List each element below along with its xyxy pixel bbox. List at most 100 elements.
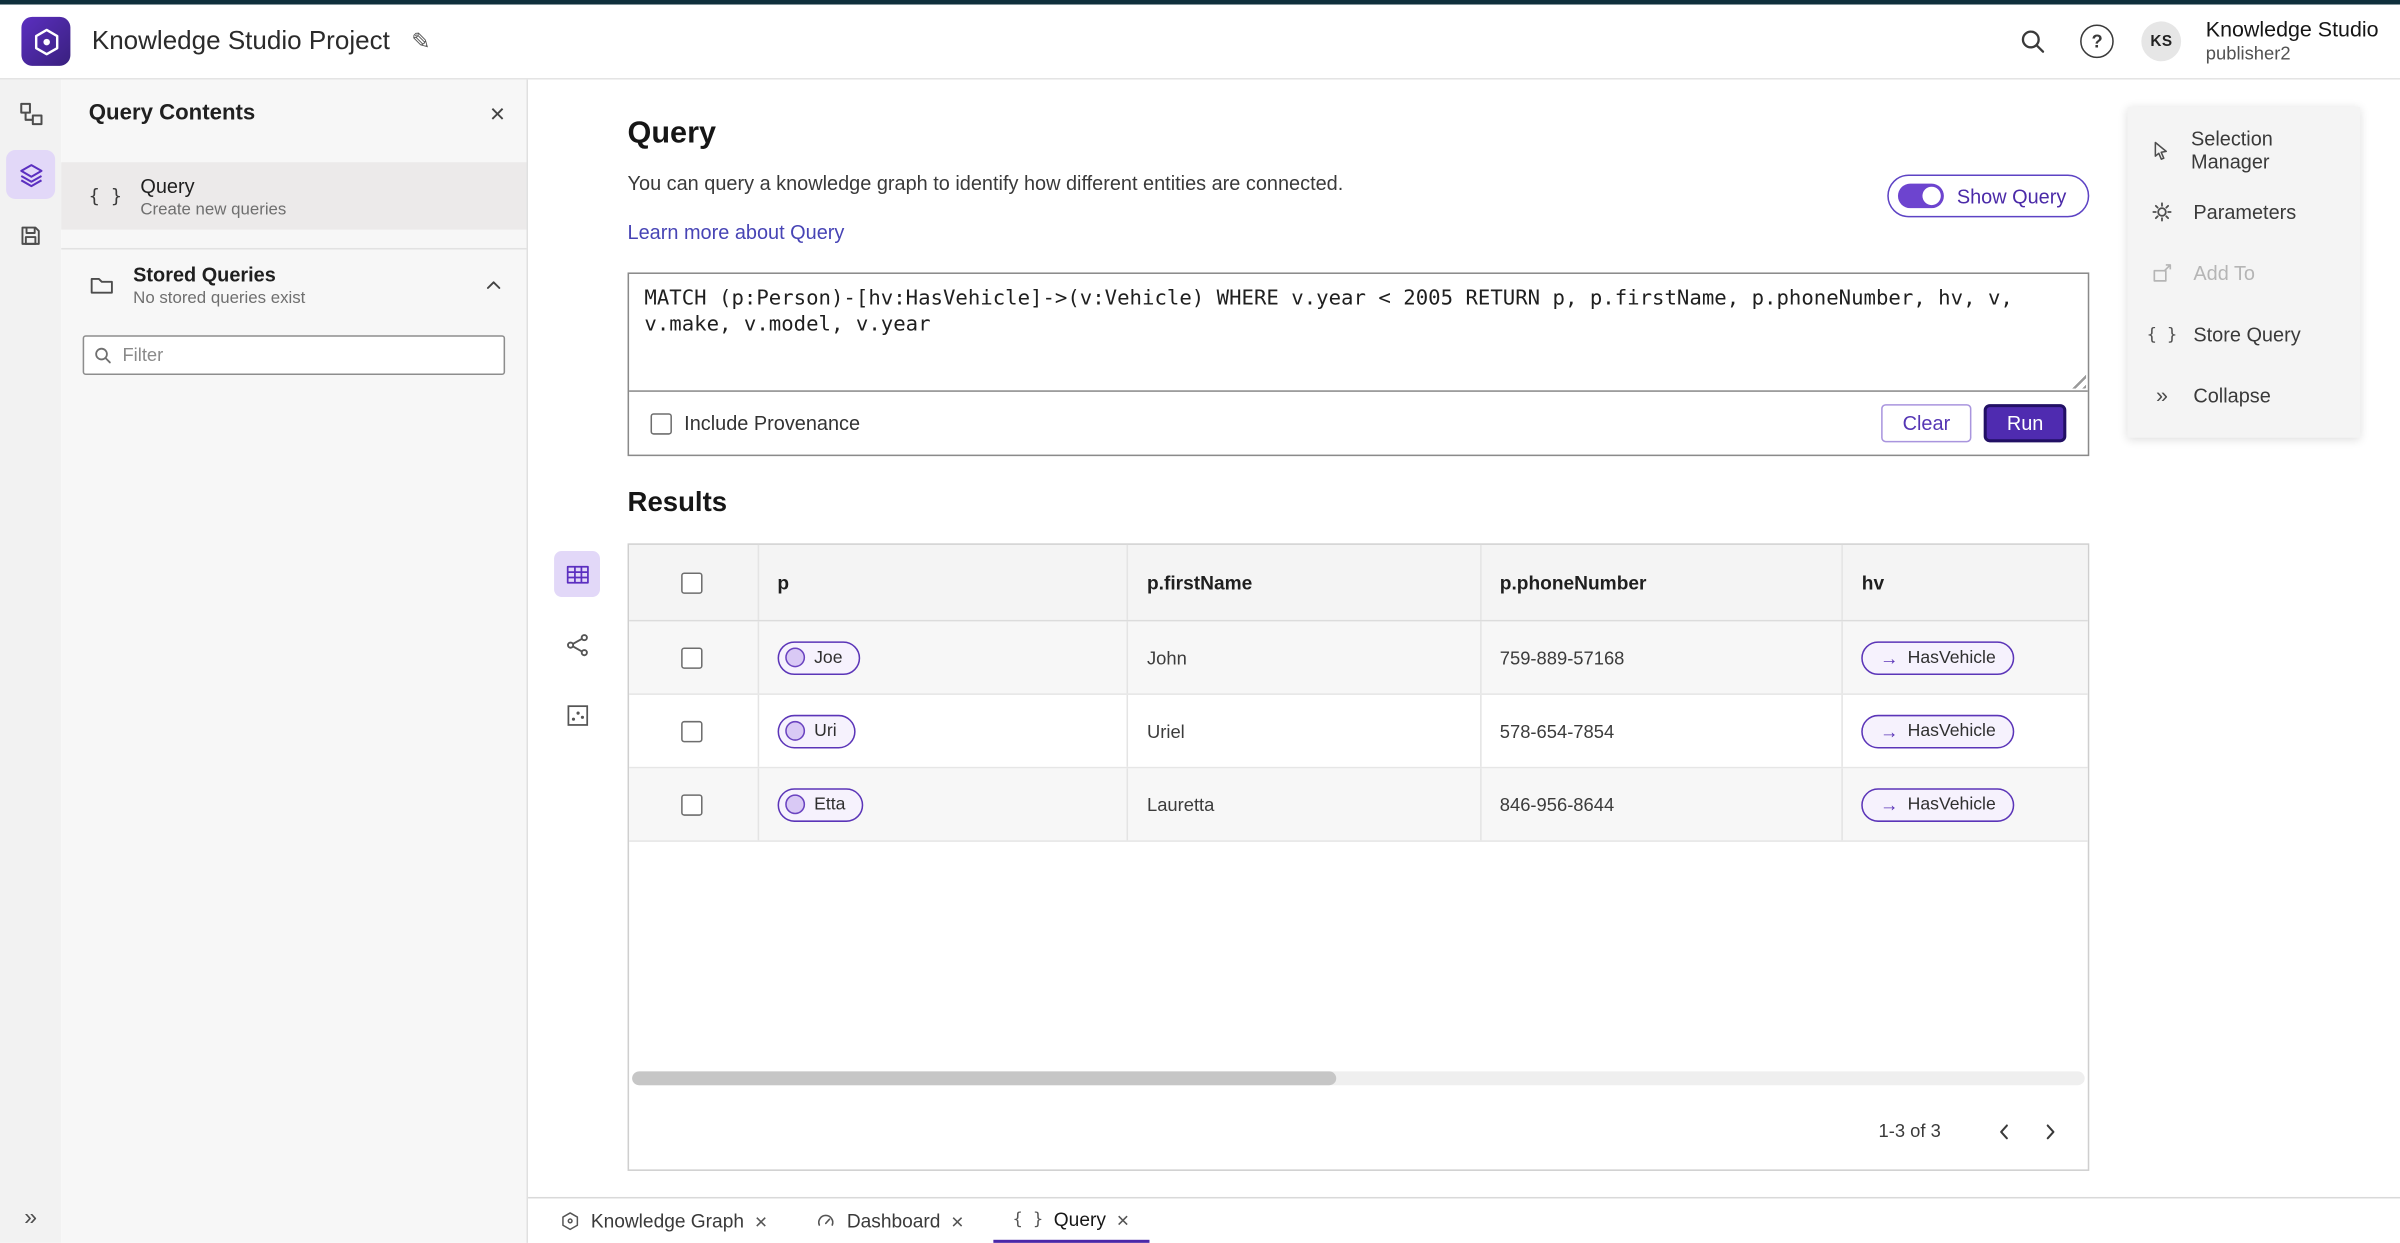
- search-icon: [2018, 27, 2047, 56]
- select-all-checkbox[interactable]: [681, 571, 703, 594]
- toggle-track: [1898, 183, 1945, 209]
- scrollbar-thumb[interactable]: [632, 1071, 1337, 1086]
- cell-phonenumber: 846-956-8644: [1481, 768, 1844, 841]
- menu-item-selection-manager[interactable]: Selection Manager: [2128, 119, 2361, 180]
- query-item-label: Query: [140, 173, 195, 197]
- horizontal-scrollbar[interactable]: [632, 1071, 2085, 1086]
- layers-icon: [18, 161, 44, 187]
- node-icon: [785, 647, 805, 668]
- user-info: Knowledge Studio publisher2: [2206, 17, 2379, 65]
- edge-pill[interactable]: → HasVehicle: [1861, 640, 2015, 675]
- edge-pill[interactable]: → HasVehicle: [1861, 714, 2015, 748]
- menu-item-label: Selection Manager: [2190, 127, 2273, 173]
- chevron-up-icon[interactable]: [482, 273, 505, 296]
- sidebar-item-query[interactable]: { } Query Create new queries: [61, 162, 527, 230]
- clear-button[interactable]: Clear: [1881, 404, 1972, 443]
- avatar[interactable]: KS: [2141, 21, 2182, 62]
- tab-dashboard[interactable]: Dashboard ×: [796, 1198, 983, 1242]
- tab-query[interactable]: { } Query ×: [992, 1198, 1150, 1243]
- graph-view-button[interactable]: [554, 621, 600, 667]
- edge-pill[interactable]: → HasVehicle: [1861, 787, 2015, 822]
- gear-icon: [2149, 200, 2175, 223]
- run-button[interactable]: Run: [1983, 404, 2067, 443]
- close-tab-icon[interactable]: ×: [1117, 1208, 1130, 1229]
- left-toolbar: »: [0, 79, 62, 1243]
- dashboard-gauge-icon: [816, 1211, 836, 1231]
- include-provenance-checkbox[interactable]: [650, 412, 672, 434]
- header-actions: ? KS Knowledge Studio publisher2: [2013, 17, 2379, 65]
- node-label: Etta: [814, 795, 846, 814]
- table-view-button[interactable]: [554, 551, 600, 597]
- help-button[interactable]: ?: [2077, 21, 2117, 61]
- table-row: Joe John 759-889-57168 → HasVehicle: [629, 621, 2088, 695]
- node-pill[interactable]: Uri: [777, 714, 855, 748]
- collapse-chevrons-icon: »: [2156, 382, 2168, 408]
- app-window: Knowledge Studio Project ✎ ? KS Knowledg…: [0, 0, 2400, 1243]
- folder-icon: [89, 272, 115, 298]
- show-query-toggle[interactable]: Show Query: [1887, 174, 2090, 218]
- search-button[interactable]: [2013, 21, 2053, 61]
- results-view-switcher: [554, 551, 600, 738]
- results-title: Results: [627, 486, 728, 518]
- project-title: Knowledge Studio Project: [91, 26, 390, 56]
- row-checkbox[interactable]: [681, 793, 703, 816]
- rail-item-save[interactable]: [6, 211, 55, 260]
- table-row: Uri Uriel 578-654-7854 → HasVehicle: [629, 694, 2088, 769]
- arrow-right-icon: →: [1880, 646, 1899, 669]
- column-header-firstname: p.firstName: [1129, 544, 1482, 620]
- node-label: Joe: [814, 648, 843, 667]
- filter-input[interactable]: [122, 344, 495, 366]
- node-pill[interactable]: Joe: [777, 640, 861, 675]
- panel-title: Query Contents: [88, 101, 256, 126]
- network-icon: [564, 631, 590, 657]
- edge-label: HasVehicle: [1907, 795, 1996, 814]
- page-description: You can query a knowledge graph to ident…: [627, 171, 1344, 195]
- row-checkbox[interactable]: [681, 720, 703, 742]
- close-tab-icon[interactable]: ×: [951, 1210, 964, 1231]
- show-query-label: Show Query: [1956, 184, 2067, 208]
- arrow-right-icon: →: [1880, 720, 1899, 742]
- braces-icon: { }: [88, 185, 122, 207]
- menu-item-collapse[interactable]: » Collapse: [2128, 364, 2361, 425]
- menu-item-parameters[interactable]: Parameters: [2128, 181, 2361, 242]
- selection-pointer-icon: [2149, 139, 2173, 162]
- expand-panel-button[interactable]: »: [0, 1205, 61, 1231]
- model-tree-icon: [18, 100, 44, 126]
- pagination-range: 1-3 of 3: [1878, 1120, 1941, 1142]
- save-icon: [18, 223, 42, 247]
- close-panel-button[interactable]: ×: [490, 100, 505, 126]
- panel-header: Query Contents ×: [61, 80, 526, 147]
- next-page-button[interactable]: [2027, 1108, 2073, 1154]
- edge-label: HasVehicle: [1907, 721, 1996, 741]
- row-checkbox[interactable]: [681, 646, 703, 669]
- toggle-knob: [1923, 186, 1942, 206]
- tab-label: Dashboard: [846, 1209, 941, 1232]
- bottom-tab-bar: Knowledge Graph × Dashboard × { } Query …: [528, 1196, 2400, 1243]
- edit-project-icon[interactable]: ✎: [411, 28, 430, 55]
- results-table: p p.firstName p.phoneNumber hv Joe John …: [627, 543, 2090, 1171]
- rail-item-model[interactable]: [6, 89, 55, 138]
- rail-item-layers[interactable]: [6, 150, 56, 199]
- main-area: Query You can query a knowledge graph to…: [528, 79, 2400, 1243]
- learn-more-link[interactable]: Learn more about Query: [628, 220, 845, 243]
- knowledge-studio-logo-icon: [31, 27, 60, 56]
- close-tab-icon[interactable]: ×: [755, 1210, 768, 1231]
- help-icon: ?: [2080, 24, 2114, 59]
- cell-firstname: Uriel: [1129, 694, 1482, 767]
- node-pill[interactable]: Etta: [777, 787, 864, 822]
- table-icon: [564, 561, 590, 587]
- cell-firstname: John: [1129, 621, 1482, 694]
- query-input[interactable]: MATCH (p:Person)-[hv:HasVehicle]->(v:Veh…: [629, 273, 2088, 391]
- node-label: Uri: [814, 721, 837, 741]
- query-contents-panel: Query Contents × { } Query Create new qu…: [61, 79, 529, 1243]
- cell-phonenumber: 578-654-7854: [1481, 694, 1844, 767]
- tab-knowledge-graph[interactable]: Knowledge Graph ×: [540, 1198, 787, 1242]
- stored-queries-header[interactable]: Stored Queries No stored queries exist: [61, 249, 526, 319]
- prev-page-button[interactable]: [1981, 1108, 2027, 1154]
- chevron-left-icon: [1992, 1120, 2015, 1143]
- menu-item-label: Store Query: [2193, 322, 2301, 346]
- chart-view-button[interactable]: [554, 692, 600, 738]
- edge-label: HasVehicle: [1907, 648, 1996, 667]
- arrow-right-icon: →: [1880, 793, 1899, 816]
- menu-item-store-query[interactable]: { } Store Query: [2128, 303, 2361, 364]
